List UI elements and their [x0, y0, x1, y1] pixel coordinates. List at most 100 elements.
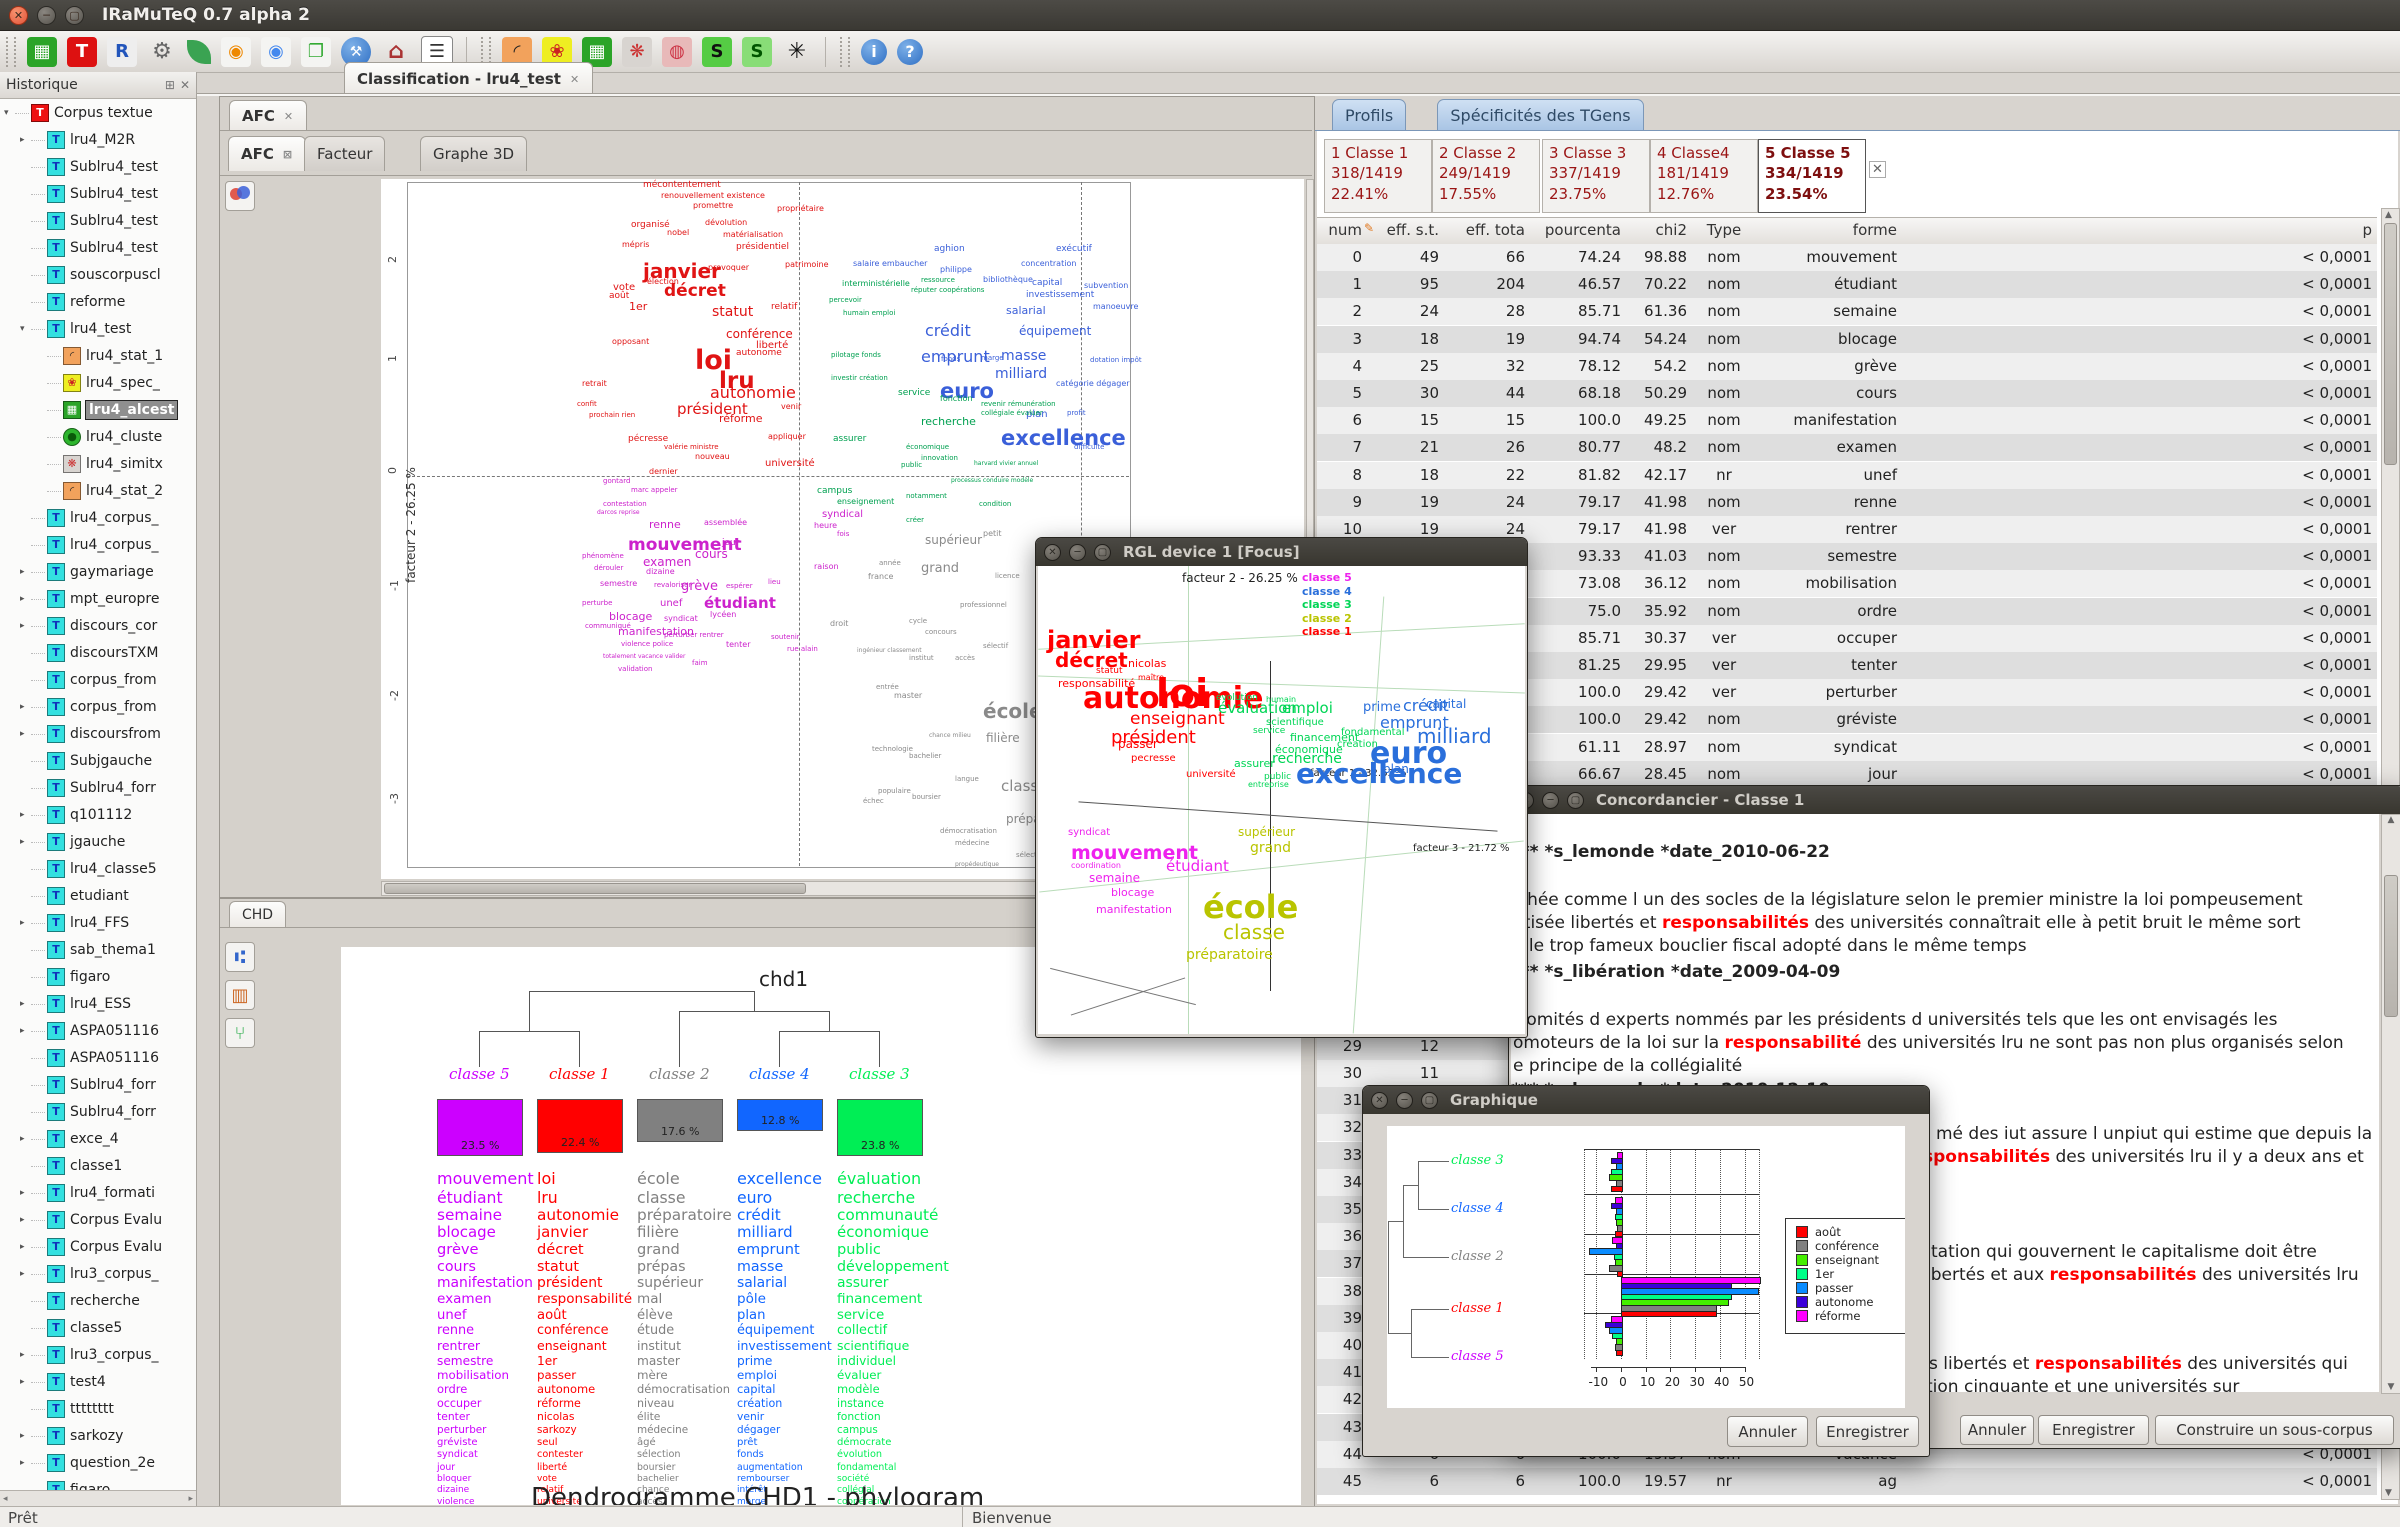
info-icon[interactable]: i [861, 39, 887, 65]
sidebar-item-gaymariage[interactable]: ▸Tgaymariage [0, 558, 196, 585]
table-row[interactable]: 5304468.1850.29nomcours< 0,0001 [1317, 380, 2377, 407]
concordancier-titlebar[interactable]: ✕ ─ ▢ Concordancier - Classe 1 [1509, 786, 2400, 814]
tree-expander-icon[interactable]: ▸ [20, 135, 31, 145]
chd-colortree-icon[interactable]: ⑂ [225, 1018, 255, 1048]
sidebar-item-sublru4-test[interactable]: TSublru4_test [0, 180, 196, 207]
class-header-4[interactable]: 4 Classe4181/141912.76% [1650, 139, 1758, 213]
window-minimize-icon[interactable]: ─ [37, 6, 56, 25]
table-row[interactable]: 4566100.019.57nrag< 0,0001 [1317, 1468, 2377, 1495]
sidebar-item-corpus-evalu[interactable]: ▸TCorpus Evalu [0, 1206, 196, 1233]
table-row[interactable]: 0496674.2498.88nommouvement< 0,0001 [1317, 244, 2377, 271]
class-header-3[interactable]: 3 Classe 3337/141923.75% [1542, 139, 1650, 213]
tree-expander-icon[interactable]: ▸ [20, 1134, 31, 1144]
column-header-eff-s-t-[interactable]: eff. s.t. [1367, 221, 1439, 239]
concordancier-minimize-icon[interactable]: ─ [1542, 792, 1559, 809]
r-script-icon[interactable]: R [107, 37, 137, 67]
tab-afc-graphe-3d[interactable]: Graphe 3D [420, 136, 527, 171]
splitvar-icon[interactable]: ✳ [782, 37, 812, 67]
sidebar-item-recherche[interactable]: Trecherche [0, 1287, 196, 1314]
tree-expander-icon[interactable]: ▸ [20, 1458, 31, 1468]
sidebar-item-lru4-test[interactable]: ▾Tlru4_test [0, 315, 196, 342]
graphique-minimize-icon[interactable]: ─ [1396, 1092, 1413, 1109]
tab-profils[interactable]: Profils [1332, 99, 1406, 131]
stat-s1-icon[interactable]: S [702, 37, 732, 67]
sidebar-item-sublru4-test[interactable]: TSublru4_test [0, 153, 196, 180]
window-maximize-icon[interactable]: ▢ [65, 6, 84, 25]
sidebar-item-lru4-spec-[interactable]: ❀lru4_spec_ [0, 369, 196, 396]
panel-close-icon[interactable]: ✕ [180, 78, 190, 92]
graphique-button-enregistrer[interactable]: Enregistrer [1816, 1416, 1919, 1447]
sidebar-item-classe1[interactable]: Tclasse1 [0, 1152, 196, 1179]
concordancier-maximize-icon[interactable]: ▢ [1567, 792, 1584, 809]
leaf-import-icon[interactable] [187, 40, 211, 64]
tree-expander-icon[interactable]: ▾ [20, 324, 31, 334]
sidebar-item-souscorpuscl[interactable]: Tsouscorpuscl [0, 261, 196, 288]
stat-s2-icon[interactable]: S [742, 37, 772, 67]
graphique-close-icon[interactable]: ✕ [1371, 1092, 1388, 1109]
tree-expander-icon[interactable]: ▸ [20, 1269, 31, 1279]
table-row[interactable]: 61515100.049.25nommanifestation< 0,0001 [1317, 407, 2377, 434]
profils-scrollbar-thumb[interactable] [2384, 223, 2397, 465]
tree-expander-icon[interactable]: ▸ [20, 1242, 31, 1252]
chd-tree-icon[interactable]: ⑆ [225, 942, 255, 972]
table-row[interactable]: 4253278.1254.2nomgrève< 0,0001 [1317, 353, 2377, 380]
sidebar-item-sublru4-test[interactable]: TSublru4_test [0, 207, 196, 234]
sidebar-item-sublru4-forr[interactable]: TSublru4_forr [0, 774, 196, 801]
button-enregistrer[interactable]: Enregistrer [2038, 1415, 2149, 1445]
sidebar-item-corpus-evalu[interactable]: ▸TCorpus Evalu [0, 1233, 196, 1260]
tree-expander-icon[interactable]: ▸ [20, 810, 31, 820]
tab-afc-outer[interactable]: AFC✕ [229, 100, 307, 131]
sidebar-item-etudiant[interactable]: Tetudiant [0, 882, 196, 909]
badge-orange-icon[interactable]: ◉ [221, 37, 251, 67]
globe-blue-icon[interactable]: ◉ [261, 37, 291, 67]
sidebar-item-ex-ce-4[interactable]: ▸Tex​ce_4 [0, 1125, 196, 1152]
tree-expander-icon[interactable]: ▸ [20, 999, 31, 1009]
rgl-maximize-icon[interactable]: ▢ [1094, 544, 1111, 561]
button-annuler[interactable]: Annuler [1960, 1415, 2034, 1445]
class-header-close-icon[interactable]: ✕ [1869, 161, 1886, 178]
sidebar-item-lru4-corpus-[interactable]: Tlru4_corpus_ [0, 504, 196, 531]
class-header-5[interactable]: 5 Classe 5334/141923.54% [1758, 139, 1866, 213]
table-row[interactable]: 9192479.1741.98nomrenne< 0,0001 [1317, 489, 2377, 516]
sidebar-item-sarkozy[interactable]: ▸Tsarkozy [0, 1422, 196, 1449]
sidebar-item-figaro[interactable]: Tfigaro [0, 1476, 196, 1490]
table-row[interactable]: 19520446.5770.22nométudiant< 0,0001 [1317, 271, 2377, 298]
sidebar-item-jgauche[interactable]: ▸Tjgauche [0, 828, 196, 855]
tab-close-icon[interactable]: ✕ [569, 72, 580, 87]
sidebar-item-sublru4-test[interactable]: TSublru4_test [0, 234, 196, 261]
sidebar-item-discoursfrom[interactable]: ▸Tdiscoursfrom [0, 720, 196, 747]
column-header-chi2[interactable]: chi2 [1625, 221, 1687, 239]
sidebar-item-sublru4-forr[interactable]: TSublru4_forr [0, 1098, 196, 1125]
rgl-canvas[interactable]: facteur 2 - 26.25 %facteur 1 - 32.63 %fa… [1038, 566, 1525, 1034]
table-row[interactable]: 3181994.7454.24nomblocage< 0,0001 [1317, 326, 2377, 353]
sidebar-item-corpus-textue[interactable]: ▾TCorpus textue [0, 99, 196, 126]
copy-green-icon[interactable]: ❐ [301, 37, 331, 67]
column-header-forme[interactable]: forme [1757, 221, 1897, 239]
tree-expander-icon[interactable]: ▸ [20, 621, 31, 631]
tree-expander-icon[interactable]: ▸ [20, 1377, 31, 1387]
sidebar-hscrollbar[interactable]: ◂▸ [0, 1490, 196, 1506]
table-row[interactable]: 2242885.7161.36nomsemaine< 0,0001 [1317, 298, 2377, 325]
palette-icon[interactable] [225, 181, 255, 211]
preferences-icon[interactable]: ⚙ [147, 37, 177, 67]
class-header-1[interactable]: 1 Classe 1318/141922.41% [1324, 139, 1432, 213]
button-construire-un-sous-corpus[interactable]: Construire un sous-corpus [2155, 1415, 2394, 1445]
column-header-p[interactable]: p [2277, 221, 2372, 239]
tab-classification[interactable]: Classification - lru4_test✕ [344, 62, 593, 95]
tree-expander-icon[interactable]: ▸ [20, 1350, 31, 1360]
sidebar-item-lru4-m2r[interactable]: ▸Tlru4_M2R [0, 126, 196, 153]
help-icon[interactable]: ? [897, 39, 923, 65]
column-header-type[interactable]: Type [1695, 221, 1753, 239]
tree-expander-icon[interactable]: ▸ [20, 567, 31, 577]
sidebar-item-test4[interactable]: ▸Ttest4 [0, 1368, 196, 1395]
scroll-up-icon[interactable]: ▲ [2385, 210, 2392, 220]
tab-sp-cificit-s-des-tgens[interactable]: Spécificités des TGens [1437, 99, 1643, 131]
tree-expander-icon[interactable]: ▸ [20, 1215, 31, 1225]
tab-chd[interactable]: CHD [229, 901, 286, 928]
tab-afc-afc[interactable]: AFC⊠ [228, 136, 306, 171]
rgl-close-icon[interactable]: ✕ [1044, 544, 1061, 561]
sidebar-item-q101112[interactable]: ▸Tq101112 [0, 801, 196, 828]
class-header-2[interactable]: 2 Classe 2249/141917.55% [1432, 139, 1540, 213]
sidebar-item-discours-cor[interactable]: ▸Tdiscours_cor [0, 612, 196, 639]
tree-expander-icon[interactable]: ▾ [4, 108, 15, 118]
